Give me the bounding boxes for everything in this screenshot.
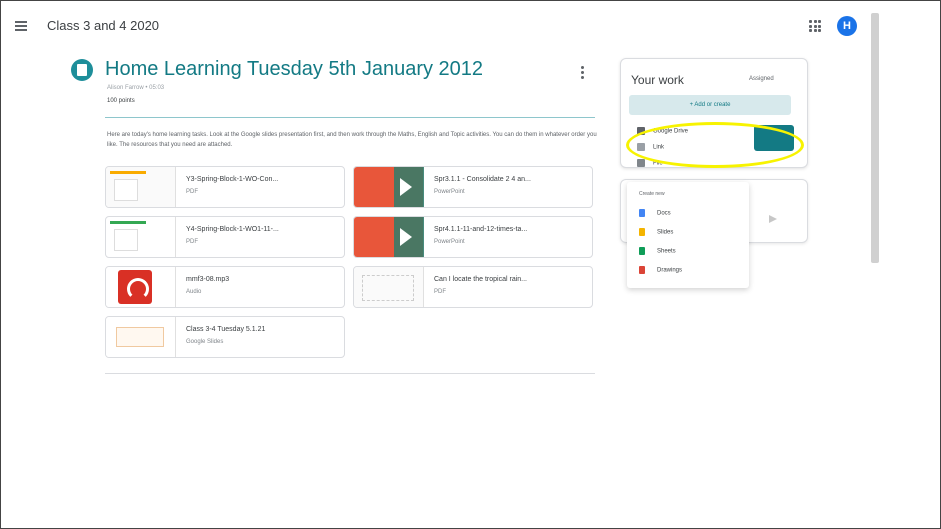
attachment-name: mmf3-08.mp3 xyxy=(186,276,230,283)
attachment-name: Spr3.1.1 - Consolidate 2 4 an... xyxy=(434,176,531,183)
create-drawings-item[interactable]: Drawings xyxy=(639,266,682,274)
attachment-card[interactable]: Class 3-4 Tuesday 5.1.21 Google Slides xyxy=(105,316,345,358)
screenshot-frame: Class 3 and 4 2020 H Home Learning Tuesd… xyxy=(0,0,941,529)
slides-icon xyxy=(639,228,645,236)
headphones-icon xyxy=(118,270,152,304)
status-badge: Assigned xyxy=(749,76,774,82)
top-bar: Class 3 and 4 2020 H xyxy=(9,9,881,43)
attachment-card[interactable]: Can I locate the tropical rain... PDF xyxy=(353,266,593,308)
send-icon[interactable] xyxy=(769,215,777,223)
add-or-create-button[interactable]: + Add or create xyxy=(629,95,791,115)
hamburger-menu-icon[interactable] xyxy=(15,21,27,31)
attachment-name: Spr4.1.1-11-and-12-times-ta... xyxy=(434,226,528,233)
create-item-label: Slides xyxy=(657,229,674,236)
assignment-meta: Alison Farrow • 05:03 xyxy=(107,85,165,91)
vertical-scrollbar[interactable] xyxy=(871,13,879,263)
slides-thumbnail xyxy=(106,317,176,357)
assignment-description: Here are today's home learning tasks. Lo… xyxy=(107,132,597,148)
create-sheets-item[interactable]: Sheets xyxy=(639,247,676,255)
classroom-screen: Class 3 and 4 2020 H Home Learning Tuesd… xyxy=(9,9,881,383)
points-label: 100 points xyxy=(107,98,135,104)
attachment-card[interactable]: Spr3.1.1 - Consolidate 2 4 an... PowerPo… xyxy=(353,166,593,208)
file-icon xyxy=(637,159,645,167)
attachment-name: Y3-Spring-Block-1-WO-Con... xyxy=(186,176,279,183)
attachment-card[interactable]: Spr4.1.1-11-and-12-times-ta... PowerPoin… xyxy=(353,216,593,258)
attachment-name: Class 3-4 Tuesday 5.1.21 xyxy=(186,326,266,333)
header-divider xyxy=(105,117,595,118)
create-docs-item[interactable]: Docs xyxy=(639,209,671,217)
attachment-type: PDF xyxy=(186,189,198,195)
attachment-type: PDF xyxy=(186,239,198,245)
attachment-type: Google Slides xyxy=(186,339,224,345)
powerpoint-thumbnail xyxy=(354,167,424,207)
avatar[interactable]: H xyxy=(837,16,857,36)
powerpoint-thumbnail xyxy=(354,217,424,257)
create-new-header: Create new xyxy=(639,191,665,197)
attachment-card[interactable]: Y3-Spring-Block-1-WO-Con... PDF xyxy=(105,166,345,208)
apps-grid-icon[interactable] xyxy=(809,20,821,32)
attachment-name: Can I locate the tropical rain... xyxy=(434,276,527,283)
attachment-name: Y4-Spring-Block-1-WO1-11-... xyxy=(186,226,279,233)
page-title: Home Learning Tuesday 5th January 2012 xyxy=(105,58,484,80)
your-work-title: Your work xyxy=(631,73,684,87)
class-name[interactable]: Class 3 and 4 2020 xyxy=(47,18,159,33)
pdf-thumbnail xyxy=(106,167,176,207)
assignment-icon xyxy=(71,59,93,81)
drawings-icon xyxy=(639,266,645,274)
pdf-thumbnail xyxy=(106,217,176,257)
create-slides-item[interactable]: Slides xyxy=(639,228,673,236)
attachment-type: PowerPoint xyxy=(434,239,465,245)
more-options-icon[interactable] xyxy=(581,66,585,80)
attachment-type: PDF xyxy=(434,289,446,295)
create-item-label: Drawings xyxy=(657,267,683,274)
create-item-label: Docs xyxy=(657,210,671,217)
attachment-type: PowerPoint xyxy=(434,189,465,195)
attachment-type: Audio xyxy=(186,289,202,295)
attachment-card[interactable]: mmf3-08.mp3 Audio xyxy=(105,266,345,308)
docs-icon xyxy=(639,209,645,217)
yellow-highlight-circle xyxy=(626,122,804,168)
sheets-icon xyxy=(639,247,645,255)
pdf-thumbnail xyxy=(354,267,424,307)
audio-thumbnail xyxy=(106,267,176,307)
create-new-dropdown: Create new Docs Slides Sheets Drawings xyxy=(627,182,749,288)
attachment-card[interactable]: Y4-Spring-Block-1-WO1-11-... PDF xyxy=(105,216,345,258)
create-item-label: Sheets xyxy=(657,248,676,255)
section-divider xyxy=(105,373,595,374)
